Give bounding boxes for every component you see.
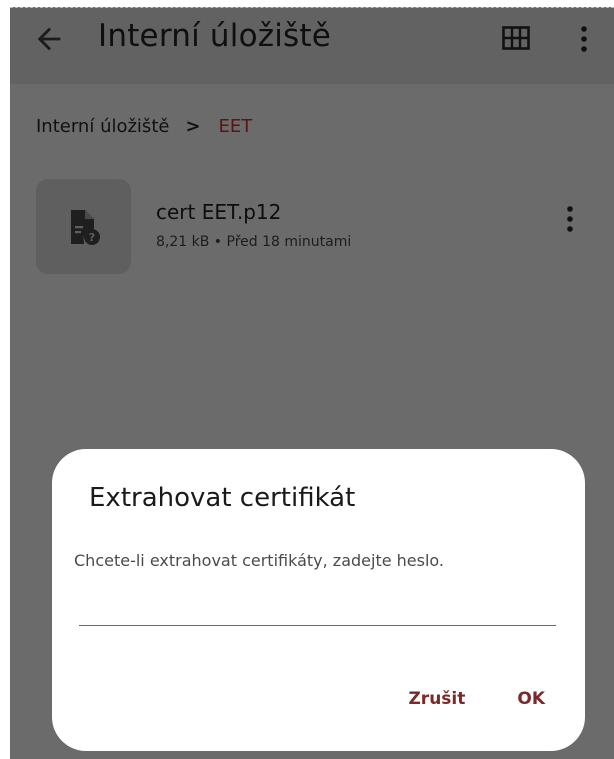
- arrow-left-icon[interactable]: [32, 22, 66, 56]
- left-margin: [0, 0, 10, 758]
- breadcrumb-current[interactable]: EET: [219, 116, 253, 137]
- password-input[interactable]: [79, 589, 556, 626]
- svg-text:?: ?: [89, 231, 95, 244]
- dialog-message: Chcete-li extrahovat certifikáty, zadejt…: [74, 551, 444, 570]
- breadcrumb-root[interactable]: Interní úložiště: [36, 116, 169, 137]
- file-meta: 8,21 kB • Před 18 minutami: [156, 234, 352, 250]
- breadcrumb: Interní úložiště > EET: [36, 116, 252, 137]
- breadcrumb-separator-icon: >: [185, 116, 201, 137]
- dialog-actions: Zrušit OK: [408, 689, 545, 709]
- dialog-title: Extrahovat certifikát: [89, 483, 356, 513]
- extract-certificate-dialog: Extrahovat certifikát Chcete-li extrahov…: [52, 449, 585, 751]
- grid-view-icon[interactable]: [502, 26, 530, 50]
- top-app-bar: Interní úložiště: [10, 8, 614, 84]
- page-title: Interní úložiště: [98, 18, 332, 54]
- ok-button[interactable]: OK: [517, 689, 545, 709]
- screen: Interní úložiště Interní úložiště > EET …: [10, 7, 614, 759]
- file-thumbnail[interactable]: ?: [36, 179, 131, 274]
- file-more-vert-icon[interactable]: [564, 204, 576, 234]
- unknown-file-icon: ?: [71, 210, 100, 245]
- cancel-button[interactable]: Zrušit: [408, 689, 465, 709]
- file-name[interactable]: cert EET.p12: [156, 200, 281, 224]
- more-vert-icon[interactable]: [578, 24, 590, 54]
